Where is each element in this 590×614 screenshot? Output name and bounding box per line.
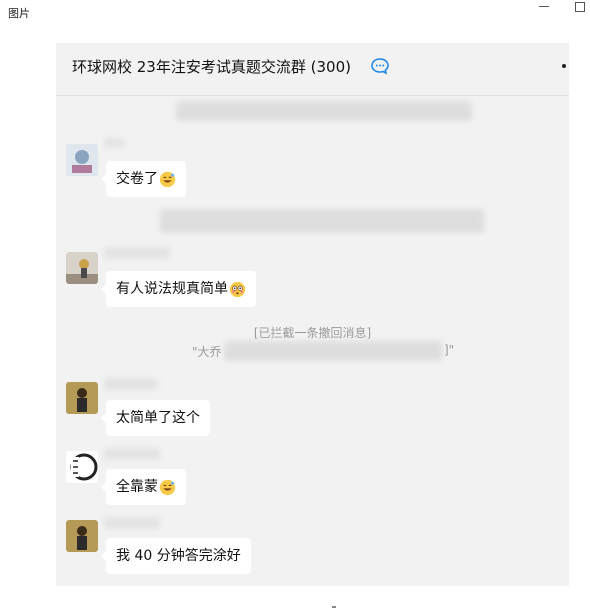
redacted-quote — [224, 341, 442, 361]
avatar[interactable] — [66, 520, 98, 552]
redacted-sender-name — [104, 517, 160, 529]
message-bubble[interactable]: 全靠蒙 — [101, 469, 186, 505]
redacted-text — [160, 209, 484, 233]
divider — [332, 606, 336, 608]
chat-bubble-icon[interactable] — [370, 56, 390, 76]
redacted-sender-name — [104, 138, 124, 148]
avatar[interactable] — [66, 451, 98, 483]
redacted-sender-name — [104, 378, 158, 390]
chat-panel: 环球网校 23年注安考试真题交流群 (300) 交卷了 有人说法规真简单 [已拦… — [56, 43, 569, 586]
avatar[interactable] — [66, 144, 98, 176]
message-text: 太简单了这个 — [116, 410, 200, 426]
message-text: 有人说法规真简单 — [116, 281, 228, 297]
system-notice: [已拦截一条撤回消息] — [253, 326, 372, 340]
flushed-emoji — [229, 281, 246, 297]
window-title: 图片 — [8, 7, 30, 20]
message-text: 交卷了 — [116, 171, 158, 187]
message-bubble[interactable]: 我 40 分钟答完涂好 — [101, 538, 251, 574]
redacted-text — [176, 101, 472, 121]
quote-suffix: ]" — [444, 343, 455, 357]
message-text: 我 40 分钟答完涂好 — [116, 548, 241, 564]
message-bubble[interactable]: 有人说法规真简单 — [101, 271, 256, 307]
message-bubble[interactable]: 太简单了这个 — [101, 400, 210, 436]
quote-prefix: "大乔 — [192, 345, 222, 359]
avatar[interactable] — [66, 382, 98, 414]
redacted-sender-name — [104, 448, 160, 460]
grin-sweat-emoji — [159, 171, 176, 187]
redacted-sender-name — [104, 247, 170, 259]
avatar[interactable] — [66, 252, 98, 284]
message-bubble[interactable]: 交卷了 — [101, 161, 186, 197]
chat-header: 环球网校 23年注安考试真题交流群 (300) — [56, 43, 569, 96]
group-title: 环球网校 23年注安考试真题交流群 (300) — [72, 58, 351, 76]
more-options-icon[interactable] — [562, 64, 566, 68]
maximize-button[interactable] — [572, 0, 590, 14]
minimize-button[interactable] — [536, 0, 554, 14]
message-text: 全靠蒙 — [116, 479, 158, 495]
grin-sweat-emoji — [159, 479, 176, 495]
